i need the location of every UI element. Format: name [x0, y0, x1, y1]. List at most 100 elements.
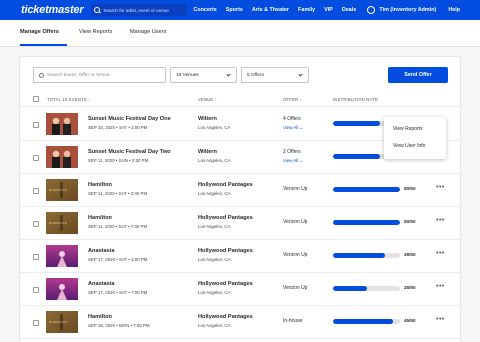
table-header: TOTAL 15 EVENTS ↓ VENUE ↓ OFFER ↓ DISTRI…	[20, 93, 462, 107]
row-checkbox[interactable]	[33, 254, 39, 260]
offers-select-value: 5 Offers	[247, 72, 264, 78]
thumb-title: HAMILTON	[49, 320, 68, 324]
event-name[interactable]: Anastasia	[88, 248, 114, 254]
venue-city: Los Angeles, CA	[198, 257, 231, 262]
search-icon	[94, 7, 101, 13]
offers-panel: Search Event, Offer or Venue 16 Venues 5…	[19, 56, 462, 342]
global-search-input[interactable]	[103, 7, 184, 13]
offer-label: In-house	[283, 318, 303, 324]
venue-name: Hollywood Pantages	[198, 281, 253, 287]
event-date: SEP 18, 2020 • MON • 7:00 PM	[88, 323, 150, 328]
distribution-bar	[333, 253, 400, 258]
venue-city: Los Angeles, CA	[198, 224, 231, 229]
select-all-checkbox[interactable]	[33, 96, 39, 102]
more-actions-icon[interactable]: •••	[436, 283, 445, 290]
event-thumbnail	[46, 146, 78, 168]
view-all-link[interactable]: View All ⌄	[283, 158, 303, 164]
table-row[interactable]: Anastasia SEP 17, 2020 • SAT • 2:00 PM Hol…	[20, 240, 462, 273]
tab-view-reports[interactable]: View Reports	[79, 29, 112, 35]
more-actions-icon[interactable]: •••	[436, 250, 445, 257]
user-icon[interactable]	[367, 6, 376, 14]
venue-city: Los Angeles, CA	[198, 323, 231, 328]
row-checkbox[interactable]	[33, 287, 39, 293]
more-actions-icon[interactable]: •••	[436, 217, 445, 224]
distribution-bar-fill	[333, 220, 400, 225]
header-offer[interactable]: OFFER ↓	[283, 97, 302, 102]
event-name[interactable]: Hamilton	[88, 314, 112, 320]
venue-name: Hollywood Pantages	[198, 248, 253, 254]
ticketmaster-logo[interactable]: ticketmaster	[21, 4, 84, 16]
row-checkbox[interactable]	[33, 122, 39, 128]
offer-label: 2 Offers	[283, 149, 301, 155]
distribution-bar-fill	[333, 121, 380, 126]
nav-link-vip[interactable]: VIP	[324, 7, 333, 13]
event-thumbnail: HAMILTON	[46, 311, 78, 333]
nav-link-deals[interactable]: Deals	[342, 7, 356, 13]
distribution-bar	[333, 319, 400, 324]
venues-select-value: 16 Venues	[176, 72, 199, 78]
event-search-field[interactable]: Search Event, Offer or Venue	[33, 67, 166, 83]
distribution-bar-fill	[333, 187, 400, 192]
row-checkbox[interactable]	[33, 221, 39, 227]
event-date: SEP 17, 2020 • SAT • 7:00 PM	[88, 290, 148, 295]
venues-select[interactable]: 16 Venues	[170, 67, 237, 83]
offer-label: 4 Offers	[283, 116, 301, 122]
row-actions-menu: View Reports View User Info	[384, 117, 446, 159]
event-date: SEP 11, 2020 • SAT • 7:00 PM	[88, 224, 148, 229]
row-checkbox[interactable]	[33, 155, 39, 161]
top-nav: ticketmaster Concerts Sports Arts & Thea…	[0, 0, 480, 20]
chevron-down-icon: ⌄	[299, 125, 304, 130]
event-thumbnail	[46, 113, 78, 135]
nav-link-sports[interactable]: Sports	[226, 7, 243, 13]
offer-label: Verizon Up	[283, 285, 308, 291]
distribution-bar-fill	[333, 286, 367, 291]
menu-item-view-reports[interactable]: View Reports	[393, 126, 423, 132]
nav-links: Concerts Sports Arts & Theater Family VI…	[193, 7, 365, 13]
event-name[interactable]: Sunset Music Festival Day One	[88, 116, 171, 122]
nav-link-concerts[interactable]: Concerts	[193, 7, 216, 13]
tab-manage-offers[interactable]: Manage Offers	[20, 29, 59, 35]
event-thumbnail: HAMILTON	[46, 179, 78, 201]
venue-name: Hollywood Pantages	[198, 182, 253, 188]
event-date: SEP 10, 2020 • SAT • 2:00 PM	[88, 125, 148, 130]
distribution-ratio: 50/50	[404, 186, 416, 191]
venue-name: Hollywood Pantages	[198, 215, 253, 221]
nav-link-family[interactable]: Family	[298, 7, 315, 13]
table-row[interactable]: Anastasia SEP 17, 2020 • SAT • 7:00 PM Hol…	[20, 273, 462, 306]
venue-city: Los Angeles, CA	[198, 158, 231, 163]
offer-label: Verizon Up	[283, 252, 308, 258]
menu-item-view-user-info[interactable]: View User Info	[393, 143, 425, 149]
distribution-bar-fill	[333, 253, 386, 258]
event-thumbnail: HAMILTON	[46, 212, 78, 234]
nav-link-arts-theater[interactable]: Arts & Theater	[252, 7, 289, 13]
offers-select[interactable]: 5 Offers	[241, 67, 309, 83]
venue-name: Wiltern	[198, 149, 217, 155]
header-total-events[interactable]: TOTAL 15 EVENTS ↓	[47, 97, 90, 102]
event-date: SEP 11, 2020 • SAT • 3:00 PM	[88, 191, 148, 196]
event-name[interactable]: Anastasia	[88, 281, 114, 287]
view-all-link[interactable]: View All ⌄	[283, 125, 303, 131]
event-name[interactable]: Hamilton	[88, 215, 112, 221]
table-row[interactable]: HAMILTON Hamilton SEP 11, 2020 • SAT • 3:0…	[20, 174, 462, 207]
header-venue[interactable]: VENUE ↓	[198, 97, 217, 102]
row-checkbox[interactable]	[33, 320, 39, 326]
help-link[interactable]: Help	[448, 7, 460, 13]
venue-name: Hollywood Pantages	[198, 314, 253, 320]
row-checkbox[interactable]	[33, 188, 39, 194]
event-name[interactable]: Hamilton	[88, 182, 112, 188]
send-offer-button[interactable]: Send Offer	[388, 67, 448, 83]
distribution-bar	[333, 220, 400, 225]
more-actions-icon[interactable]: •••	[436, 184, 445, 191]
user-name[interactable]: Tim (Inventory Admin)	[379, 7, 436, 13]
table-row[interactable]: HAMILTON Hamilton SEP 11, 2020 • SAT • 7:0…	[20, 207, 462, 240]
global-search[interactable]	[91, 4, 188, 16]
active-tab-indicator	[20, 44, 67, 46]
tab-manage-users[interactable]: Manage Users	[130, 29, 166, 35]
nav-right: Tim (Inventory Admin) Help	[367, 0, 460, 20]
more-actions-icon[interactable]: •••	[436, 316, 445, 323]
distribution-bar-fill	[333, 319, 394, 324]
table-row[interactable]: HAMILTON Hamilton SEP 18, 2020 • MON • 7:0…	[20, 306, 462, 339]
event-name[interactable]: Sunset Music Festival Day Two	[88, 149, 171, 155]
chevron-down-icon: ⌄	[299, 158, 304, 163]
event-date: SEP 17, 2020 • SAT • 2:00 PM	[88, 257, 148, 262]
